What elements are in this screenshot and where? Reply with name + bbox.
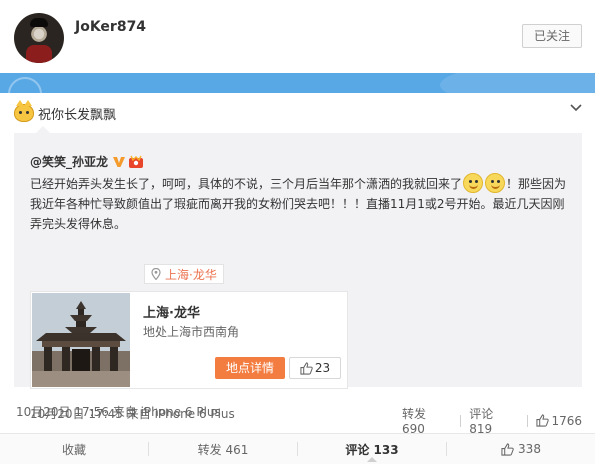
- location-detail-button[interactable]: 地点详情: [215, 357, 285, 379]
- location-card-title[interactable]: 上海·龙华: [143, 302, 200, 321]
- comment-button[interactable]: 评论 133: [298, 434, 446, 464]
- quoted-comment-link[interactable]: 评论 819: [469, 405, 519, 436]
- post-text: 祝你长发飘飘: [38, 107, 117, 123]
- quoted-like-count: 1766: [551, 413, 582, 428]
- location-card-subtitle: 地处上海市西南角: [143, 325, 240, 339]
- location-pin-icon: [151, 268, 161, 280]
- post-card: 祝你长发飘飘 @笑笑_孙亚龙 已经开始弄头发生长了，呵呵，具体的不说，三个月后当…: [0, 93, 595, 464]
- post-header: 祝你长发飘飘: [14, 100, 117, 124]
- profile-username[interactable]: JoKer874: [75, 19, 146, 35]
- avatar[interactable]: [14, 13, 64, 63]
- thumbs-up-icon: [536, 414, 550, 427]
- repost-label: 转发 461: [197, 442, 249, 457]
- location-card[interactable]: 上海·龙华 地处上海市西南角 地点详情 23: [30, 291, 348, 389]
- cat-emoji-icon: [14, 100, 34, 122]
- follow-button[interactable]: 已关注: [522, 24, 582, 48]
- location-like-count: 23: [314, 361, 331, 375]
- repost-button[interactable]: 转发 461: [149, 434, 297, 464]
- quoted-actions: 转发 690 评论 819 1766: [402, 405, 582, 436]
- quoted-like-link[interactable]: 1766: [536, 414, 582, 428]
- smile-emoji-icon: [485, 173, 506, 193]
- quoted-author: @笑笑_孙亚龙: [30, 153, 144, 170]
- location-tag[interactable]: 上海·龙华: [144, 264, 224, 284]
- profile-header: JoKer874 已关注: [0, 0, 595, 73]
- quoted-repost-link[interactable]: 转发 690: [402, 405, 452, 436]
- vip-badge-icon: [129, 155, 144, 168]
- quoted-text: 已经开始弄头发生长了，呵呵，具体的不说，三个月后当年那个潇洒的我就回来了 ！那些因…: [30, 173, 575, 234]
- favorite-button[interactable]: 收藏: [0, 434, 148, 464]
- post-timestamp[interactable]: 10月20日 17:56 来自 iPhone 6 Plus: [16, 403, 221, 420]
- verified-v-icon: [113, 156, 126, 167]
- thumbs-up-icon: [501, 442, 514, 456]
- location-like-button[interactable]: 23: [289, 357, 341, 379]
- cover-band: [0, 73, 595, 93]
- like-count: 338: [518, 442, 541, 456]
- quoted-author-name[interactable]: @笑笑_孙亚龙: [30, 153, 108, 170]
- favorite-label: 收藏: [61, 442, 86, 457]
- smile-emoji-icon: [463, 173, 484, 193]
- post-action-bar: 收藏 转发 461 评论 133 338: [0, 433, 595, 464]
- chevron-down-icon[interactable]: [570, 102, 582, 114]
- like-button[interactable]: 338: [447, 434, 595, 464]
- quoted-post: @笑笑_孙亚龙 已经开始弄头发生长了，呵呵，具体的不说，三个月后当年那个潇洒的我…: [14, 126, 582, 436]
- thumbs-up-icon: [300, 361, 313, 375]
- location-photo: [32, 293, 130, 387]
- location-tag-label: 上海·龙华: [165, 267, 217, 282]
- quoted-text-part1: 已经开始弄头发生长了，呵呵，具体的不说，三个月后当年那个潇洒的我就回来了: [30, 177, 463, 191]
- comment-label: 评论 133: [345, 442, 399, 457]
